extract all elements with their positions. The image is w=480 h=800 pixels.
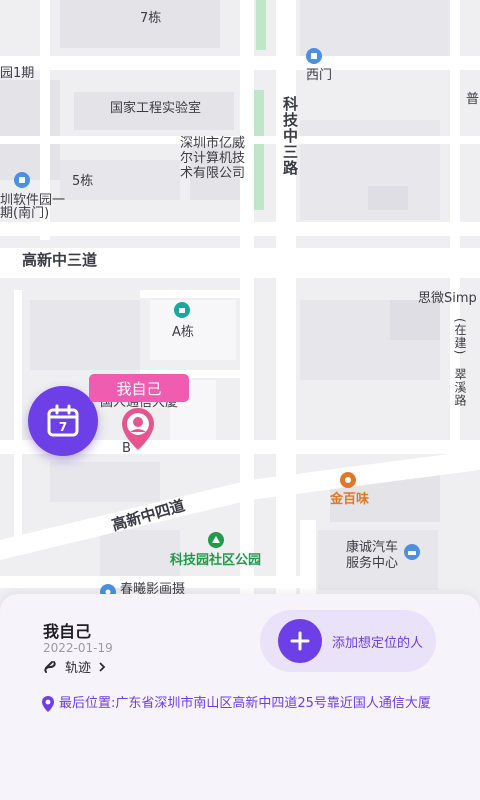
chevron-right-icon xyxy=(99,661,106,672)
map-label-sisimp: 思微Simp xyxy=(418,291,477,306)
map-label-building-a: A栋 xyxy=(172,325,194,340)
poi-company-icon xyxy=(174,302,190,318)
map-label-gaoxinzhong3-road: 高新中三道 xyxy=(22,251,98,269)
calendar-icon: 7 xyxy=(47,404,79,437)
location-pin-icon[interactable] xyxy=(120,406,156,452)
poi-building-icon xyxy=(14,172,30,188)
map-label-building-7: 7栋 xyxy=(140,11,162,26)
add-person-button[interactable]: 添加想定位的人 xyxy=(260,610,436,672)
add-person-label: 添加想定位的人 xyxy=(332,635,424,651)
track-link[interactable]: 轨迹 xyxy=(43,657,107,676)
track-label: 轨迹 xyxy=(65,661,92,676)
calendar-button[interactable]: 7 xyxy=(28,386,98,456)
last-location-text: 最后位置:广东省深圳市南山区高新中四道25号靠近国人通信大厦 xyxy=(59,696,431,711)
poi-car-service-icon xyxy=(404,544,420,560)
map-label-yiwei-company: 深圳市亿威尔计算机技术有限公司 xyxy=(180,136,246,181)
map-label-kejizhong3-road: 科技中三路 xyxy=(281,96,299,176)
me-marker-tag[interactable]: 我自己 xyxy=(89,374,189,402)
map-label-south-gate: 期(南门) xyxy=(0,206,50,221)
poi-gate-icon xyxy=(306,48,322,64)
calendar-day: 7 xyxy=(59,420,67,434)
map-label-kejiyuan-park: 科技园社区公园 xyxy=(170,553,262,568)
panel-person-name: 我自己 xyxy=(43,622,92,641)
track-icon xyxy=(44,660,56,673)
map-label-under-construction: (在建) xyxy=(453,318,467,356)
poi-food-icon xyxy=(340,472,356,488)
last-location: 最后位置:广东省深圳市南山区高新中四道25号靠近国人通信大厦 xyxy=(41,694,441,713)
map-pin-icon xyxy=(42,696,54,712)
map-label-park-phase1: 园1期 xyxy=(0,66,35,81)
map-label-cuixi-road: 翠溪路 xyxy=(453,368,467,407)
map-label-building-5: 5栋 xyxy=(72,174,94,189)
add-icon xyxy=(278,619,322,663)
map-label-west-gate: 西门 xyxy=(306,68,333,83)
map-label-national-lab: 国家工程实验室 xyxy=(110,101,202,116)
map-label-jinbaiwei: 金百味 xyxy=(330,492,370,507)
map-label-pu: 普 xyxy=(466,92,480,107)
map-label-kangcheng: 康诚汽车服务中心 xyxy=(346,540,399,571)
poi-park-icon xyxy=(208,532,224,548)
panel-date: 2022-01-19 xyxy=(43,641,113,655)
